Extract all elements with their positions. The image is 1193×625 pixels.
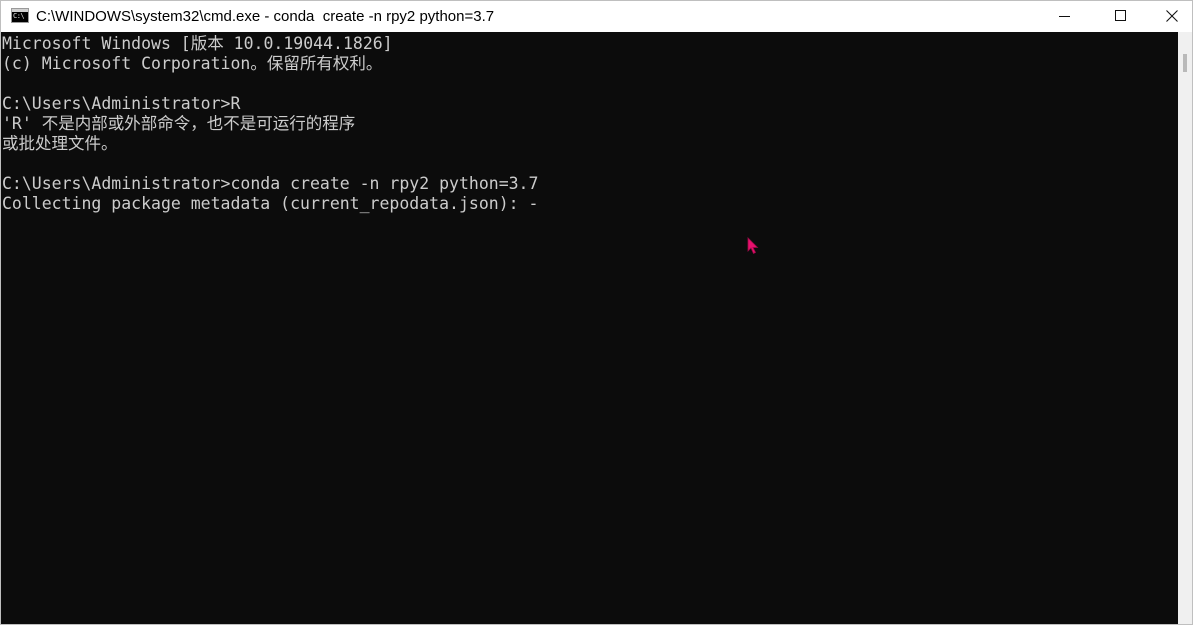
minimize-button[interactable] — [1042, 1, 1088, 32]
mouse-pointer-icon — [747, 237, 759, 255]
console-line: 'R' 不是内部或外部命令，也不是可运行的程序 — [2, 114, 356, 133]
console-line: C:\Users\Administrator>conda create -n r… — [2, 174, 539, 193]
console-line: Microsoft Windows [版本 10.0.19044.1826] — [2, 34, 393, 53]
cmd-window: C:\ C:\WINDOWS\system32\cmd.exe - conda … — [0, 0, 1193, 625]
maximize-icon — [1115, 10, 1126, 21]
console-output[interactable]: Microsoft Windows [版本 10.0.19044.1826] (… — [1, 32, 1176, 624]
scrollbar-thumb[interactable] — [1183, 54, 1187, 72]
minimize-icon — [1059, 16, 1070, 17]
cmd-icon-text: C:\ — [13, 12, 25, 20]
close-button[interactable] — [1149, 1, 1192, 32]
title-bar[interactable]: C:\ C:\WINDOWS\system32\cmd.exe - conda … — [1, 1, 1192, 32]
console-line: (c) Microsoft Corporation。保留所有权利。 — [2, 54, 383, 73]
vertical-scrollbar[interactable] — [1178, 32, 1192, 624]
window-title: C:\WINDOWS\system32\cmd.exe - conda crea… — [36, 8, 495, 25]
close-icon — [1166, 10, 1178, 22]
maximize-button[interactable] — [1098, 1, 1144, 32]
cmd-icon[interactable]: C:\ — [11, 8, 29, 23]
console-line: C:\Users\Administrator>R — [2, 94, 241, 113]
console-line: 或批处理文件。 — [2, 134, 118, 153]
console-line: Collecting package metadata (current_rep… — [2, 194, 539, 213]
